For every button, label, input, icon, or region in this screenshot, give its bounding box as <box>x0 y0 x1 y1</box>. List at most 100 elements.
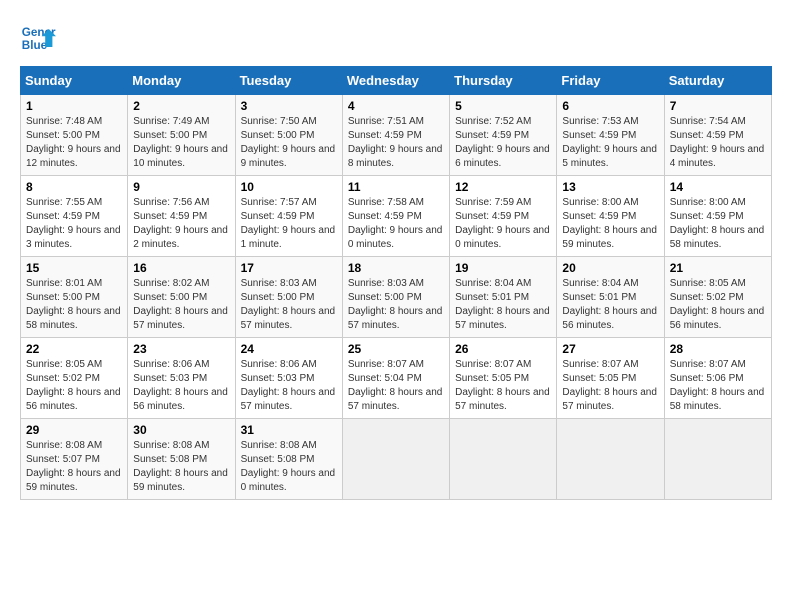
day-number: 22 <box>26 342 122 356</box>
calendar-header-row: SundayMondayTuesdayWednesdayThursdayFrid… <box>21 67 772 95</box>
day-number: 11 <box>348 180 444 194</box>
day-number: 24 <box>241 342 337 356</box>
day-info: Sunrise: 8:05 AMSunset: 5:02 PMDaylight:… <box>670 277 766 333</box>
calendar-cell: 24 Sunrise: 8:06 AMSunset: 5:03 PMDayligh… <box>235 338 342 419</box>
weekday-header-saturday: Saturday <box>664 67 771 95</box>
day-number: 17 <box>241 261 337 275</box>
day-info: Sunrise: 7:51 AMSunset: 4:59 PMDaylight:… <box>348 115 444 171</box>
day-number: 9 <box>133 180 229 194</box>
calendar-cell: 4 Sunrise: 7:51 AMSunset: 4:59 PMDaylight… <box>342 95 449 176</box>
day-info: Sunrise: 8:01 AMSunset: 5:00 PMDaylight:… <box>26 277 122 333</box>
day-info: Sunrise: 8:08 AMSunset: 5:08 PMDaylight:… <box>241 439 337 495</box>
day-number: 19 <box>455 261 551 275</box>
calendar-cell: 15 Sunrise: 8:01 AMSunset: 5:00 PMDayligh… <box>21 257 128 338</box>
day-number: 29 <box>26 423 122 437</box>
day-number: 2 <box>133 99 229 113</box>
calendar-cell: 30 Sunrise: 8:08 AMSunset: 5:08 PMDayligh… <box>128 419 235 500</box>
weekday-header-tuesday: Tuesday <box>235 67 342 95</box>
calendar-cell: 17Sunrise: 8:03 AMSunset: 5:00 PMDayligh… <box>235 257 342 338</box>
calendar-cell <box>450 419 557 500</box>
day-info: Sunrise: 8:07 AMSunset: 5:05 PMDaylight:… <box>562 358 658 414</box>
weekday-header-monday: Monday <box>128 67 235 95</box>
calendar-cell <box>557 419 664 500</box>
day-number: 20 <box>562 261 658 275</box>
calendar-cell: 1 Sunrise: 7:48 AMSunset: 5:00 PMDaylight… <box>21 95 128 176</box>
calendar-week-3: 15 Sunrise: 8:01 AMSunset: 5:00 PMDayligh… <box>21 257 772 338</box>
calendar-table: SundayMondayTuesdayWednesdayThursdayFrid… <box>20 66 772 500</box>
day-number: 18 <box>348 261 444 275</box>
day-info: Sunrise: 7:58 AMSunset: 4:59 PMDaylight:… <box>348 196 444 252</box>
day-info: Sunrise: 7:54 AMSunset: 4:59 PMDaylight:… <box>670 115 766 171</box>
day-number: 12 <box>455 180 551 194</box>
day-number: 23 <box>133 342 229 356</box>
day-info: Sunrise: 8:05 AMSunset: 5:02 PMDaylight:… <box>26 358 122 414</box>
day-info: Sunrise: 7:50 AMSunset: 5:00 PMDaylight:… <box>241 115 337 171</box>
day-number: 14 <box>670 180 766 194</box>
day-info: Sunrise: 8:06 AMSunset: 5:03 PMDaylight:… <box>133 358 229 414</box>
day-info: Sunrise: 7:57 AMSunset: 4:59 PMDaylight:… <box>241 196 337 252</box>
day-info: Sunrise: 8:00 AMSunset: 4:59 PMDaylight:… <box>562 196 658 252</box>
day-number: 30 <box>133 423 229 437</box>
day-info: Sunrise: 8:06 AMSunset: 5:03 PMDaylight:… <box>241 358 337 414</box>
calendar-cell: 11 Sunrise: 7:58 AMSunset: 4:59 PMDayligh… <box>342 176 449 257</box>
day-info: Sunrise: 8:07 AMSunset: 5:05 PMDaylight:… <box>455 358 551 414</box>
calendar-cell: 21 Sunrise: 8:05 AMSunset: 5:02 PMDayligh… <box>664 257 771 338</box>
day-number: 13 <box>562 180 658 194</box>
calendar-cell: 8 Sunrise: 7:55 AMSunset: 4:59 PMDaylight… <box>21 176 128 257</box>
day-number: 25 <box>348 342 444 356</box>
day-info: Sunrise: 8:08 AMSunset: 5:08 PMDaylight:… <box>133 439 229 495</box>
calendar-cell: 16 Sunrise: 8:02 AMSunset: 5:00 PMDayligh… <box>128 257 235 338</box>
day-number: 6 <box>562 99 658 113</box>
day-info: Sunrise: 8:03 AMSunset: 5:00 PMDaylight:… <box>348 277 444 333</box>
calendar-cell: 20 Sunrise: 8:04 AMSunset: 5:01 PMDayligh… <box>557 257 664 338</box>
calendar-cell: 14 Sunrise: 8:00 AMSunset: 4:59 PMDayligh… <box>664 176 771 257</box>
day-number: 1 <box>26 99 122 113</box>
day-info: Sunrise: 8:08 AMSunset: 5:07 PMDaylight:… <box>26 439 122 495</box>
calendar-cell: 7 Sunrise: 7:54 AMSunset: 4:59 PMDaylight… <box>664 95 771 176</box>
weekday-header-sunday: Sunday <box>21 67 128 95</box>
calendar-cell: 29 Sunrise: 8:08 AMSunset: 5:07 PMDayligh… <box>21 419 128 500</box>
day-info: Sunrise: 8:04 AMSunset: 5:01 PMDaylight:… <box>562 277 658 333</box>
calendar-cell: 31Sunrise: 8:08 AMSunset: 5:08 PMDayligh… <box>235 419 342 500</box>
day-info: Sunrise: 7:59 AMSunset: 4:59 PMDaylight:… <box>455 196 551 252</box>
calendar-cell: 6 Sunrise: 7:53 AMSunset: 4:59 PMDaylight… <box>557 95 664 176</box>
svg-text:Blue: Blue <box>22 39 48 52</box>
calendar-cell <box>342 419 449 500</box>
day-info: Sunrise: 7:55 AMSunset: 4:59 PMDaylight:… <box>26 196 122 252</box>
calendar-cell: 12 Sunrise: 7:59 AMSunset: 4:59 PMDayligh… <box>450 176 557 257</box>
calendar-cell: 2 Sunrise: 7:49 AMSunset: 5:00 PMDaylight… <box>128 95 235 176</box>
day-number: 28 <box>670 342 766 356</box>
day-info: Sunrise: 8:00 AMSunset: 4:59 PMDaylight:… <box>670 196 766 252</box>
calendar-cell: 28Sunrise: 8:07 AMSunset: 5:06 PMDayligh… <box>664 338 771 419</box>
day-number: 10 <box>241 180 337 194</box>
calendar-week-4: 22 Sunrise: 8:05 AMSunset: 5:02 PMDayligh… <box>21 338 772 419</box>
day-number: 16 <box>133 261 229 275</box>
day-info: Sunrise: 7:48 AMSunset: 5:00 PMDaylight:… <box>26 115 122 171</box>
calendar-week-1: 1 Sunrise: 7:48 AMSunset: 5:00 PMDaylight… <box>21 95 772 176</box>
calendar-cell: 18 Sunrise: 8:03 AMSunset: 5:00 PMDayligh… <box>342 257 449 338</box>
day-number: 8 <box>26 180 122 194</box>
calendar-cell: 5Sunrise: 7:52 AMSunset: 4:59 PMDaylight… <box>450 95 557 176</box>
day-info: Sunrise: 8:07 AMSunset: 5:04 PMDaylight:… <box>348 358 444 414</box>
day-number: 21 <box>670 261 766 275</box>
day-number: 4 <box>348 99 444 113</box>
calendar-cell: 22 Sunrise: 8:05 AMSunset: 5:02 PMDayligh… <box>21 338 128 419</box>
calendar-week-2: 8 Sunrise: 7:55 AMSunset: 4:59 PMDaylight… <box>21 176 772 257</box>
day-number: 26 <box>455 342 551 356</box>
day-info: Sunrise: 8:02 AMSunset: 5:00 PMDaylight:… <box>133 277 229 333</box>
day-number: 3 <box>241 99 337 113</box>
calendar-cell: 23 Sunrise: 8:06 AMSunset: 5:03 PMDayligh… <box>128 338 235 419</box>
day-info: Sunrise: 7:53 AMSunset: 4:59 PMDaylight:… <box>562 115 658 171</box>
day-info: Sunrise: 7:52 AMSunset: 4:59 PMDaylight:… <box>455 115 551 171</box>
calendar-cell: 13 Sunrise: 8:00 AMSunset: 4:59 PMDayligh… <box>557 176 664 257</box>
day-number: 15 <box>26 261 122 275</box>
weekday-header-wednesday: Wednesday <box>342 67 449 95</box>
calendar-week-5: 29 Sunrise: 8:08 AMSunset: 5:07 PMDayligh… <box>21 419 772 500</box>
calendar-cell <box>664 419 771 500</box>
calendar-cell: 10 Sunrise: 7:57 AMSunset: 4:59 PMDayligh… <box>235 176 342 257</box>
calendar-cell: 3 Sunrise: 7:50 AMSunset: 5:00 PMDaylight… <box>235 95 342 176</box>
day-number: 7 <box>670 99 766 113</box>
logo-icon: General Blue <box>20 20 56 56</box>
day-info: Sunrise: 7:49 AMSunset: 5:00 PMDaylight:… <box>133 115 229 171</box>
calendar-cell: 19Sunrise: 8:04 AMSunset: 5:01 PMDayligh… <box>450 257 557 338</box>
